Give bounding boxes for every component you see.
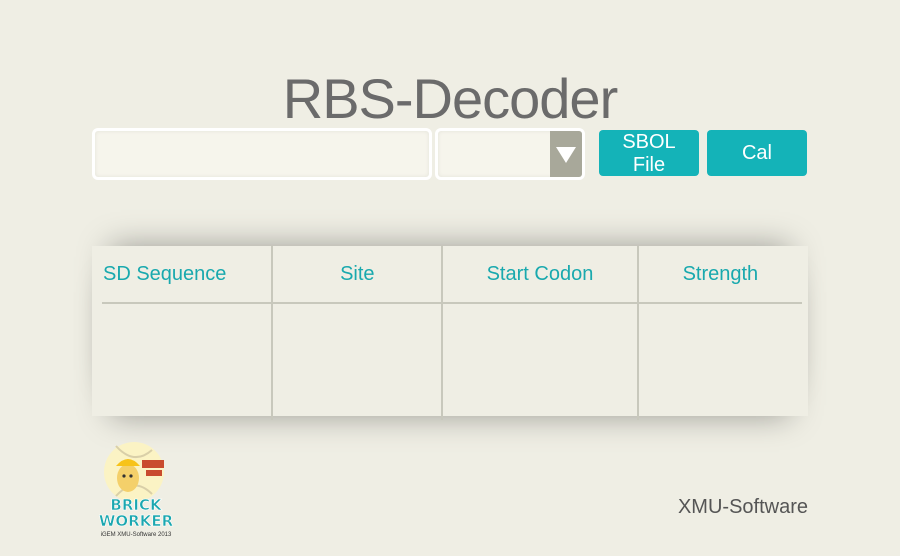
- logo-tagline: iGEM XMU-Software 2013: [101, 532, 172, 538]
- chevron-down-icon[interactable]: [550, 131, 582, 177]
- app-title: RBS-Decoder: [282, 66, 618, 130]
- footer-credit: XMU-Software: [677, 496, 808, 518]
- sbol-file-button[interactable]: SBOL File: [599, 130, 699, 176]
- cell-start-codon: [441, 303, 638, 420]
- results-panel: SD Sequence Site Start Codon Strength: [92, 246, 808, 420]
- header-strength: Strength: [636, 246, 802, 304]
- brick-worker-logo: BRICK WORKER iGEM XMU-Software 2013: [99, 442, 174, 538]
- table-row: [102, 303, 802, 420]
- cell-strength: [636, 303, 802, 420]
- table-header-row: SD Sequence Site Start Codon Strength: [102, 246, 802, 304]
- results-table: SD Sequence Site Start Codon Strength: [102, 246, 802, 420]
- header-start-codon: Start Codon: [441, 246, 638, 304]
- calculate-button[interactable]: Cal: [707, 130, 807, 176]
- logo-line2: WORKER: [99, 512, 174, 530]
- cell-site: [271, 303, 443, 420]
- header-site: Site: [271, 246, 443, 304]
- sequence-input[interactable]: [92, 128, 432, 180]
- cell-sd-sequence: [102, 303, 272, 420]
- parameter-select[interactable]: [435, 128, 585, 180]
- header-sd-sequence: SD Sequence: [102, 246, 273, 304]
